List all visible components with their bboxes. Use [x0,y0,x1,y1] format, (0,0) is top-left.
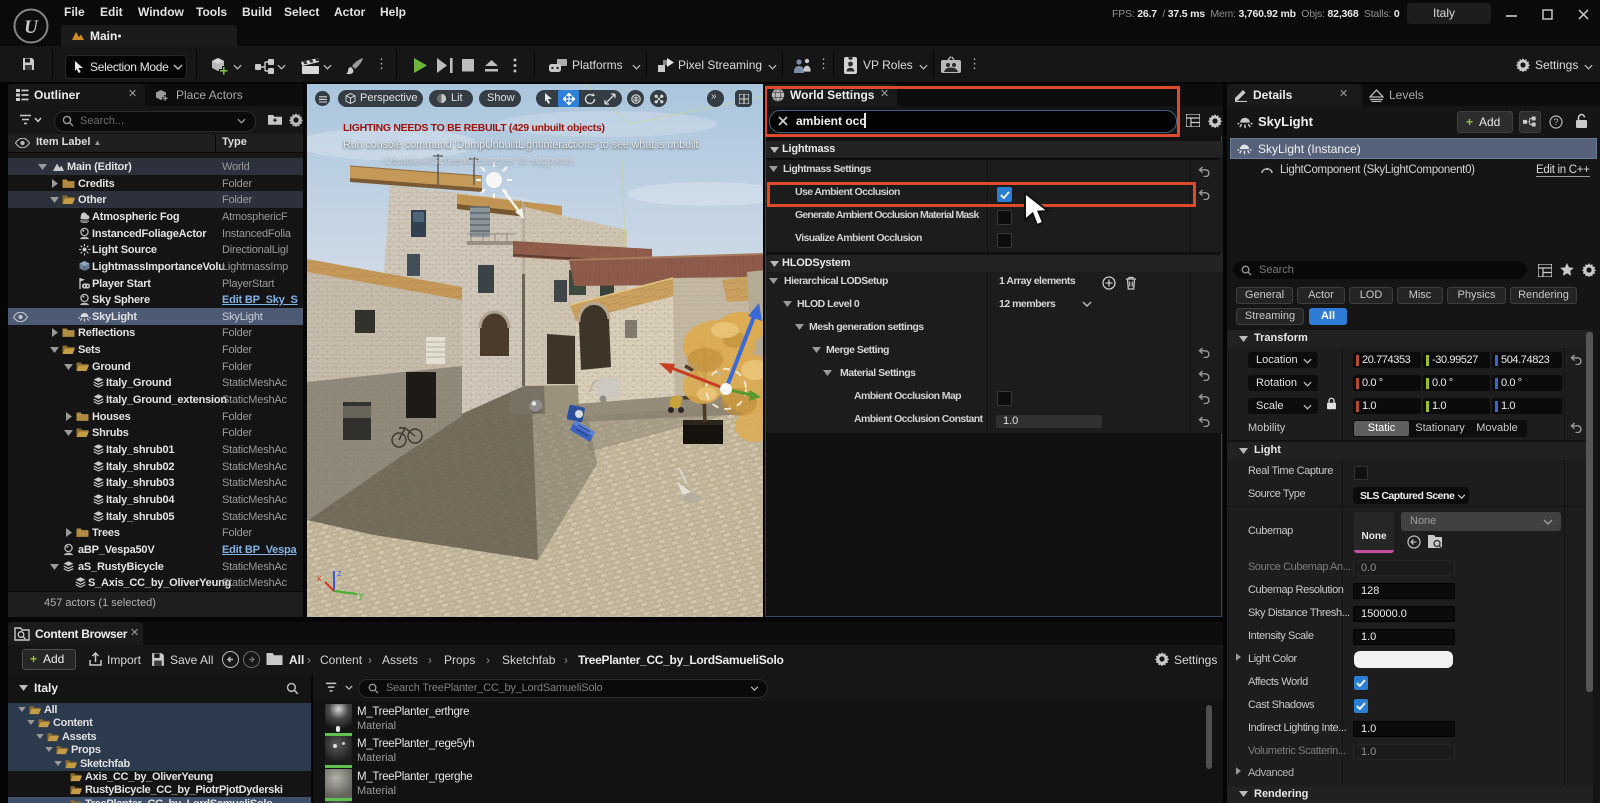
svg-text:?: ? [1553,117,1558,127]
svg-text:x: x [317,573,322,583]
svg-text:U: U [24,17,39,38]
svg-text:z: z [337,568,342,578]
svg-text:y: y [359,590,364,600]
